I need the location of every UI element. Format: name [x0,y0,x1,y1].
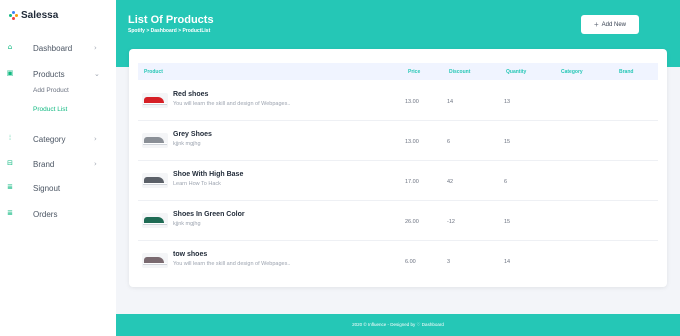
column-header-category[interactable]: Category [561,69,583,75]
chevron-right-icon: › [94,160,97,168]
product-thumbnail [142,93,168,108]
product-name[interactable]: Red shoes [173,91,208,98]
footer-text: 2020 © Influence - Designed by ♡ Dashboa… [352,322,444,327]
sidebar-item-products[interactable]: ▣ Products ⌄ [0,66,116,82]
chevron-right-icon: › [94,135,97,143]
product-discount: 42 [447,179,454,185]
column-header-quantity[interactable]: Quantity [506,69,526,75]
product-price: 13.00 [405,139,419,145]
product-description: You will learn the skill and design of W… [173,261,291,267]
table-header: Product Price Discount Quantity Category… [138,63,658,80]
sidebar-item-label: Brand [33,159,55,169]
sidebar-subitem-add-product[interactable]: Add Product [33,87,69,94]
product-price: 13.00 [405,99,419,105]
table-row[interactable]: Shoe With High Base Learn How To Hack 17… [138,161,658,201]
product-thumbnail [142,133,168,148]
column-header-brand[interactable]: Brand [619,69,633,75]
column-header-discount[interactable]: Discount [449,69,470,75]
signout-icon: ≣ [7,183,13,191]
home-icon: ⌂ [7,43,13,51]
plus-icon: + [593,20,599,29]
product-price: 17.00 [405,179,419,185]
sidebar-item-category[interactable]: ⦙ Category › [0,131,116,147]
product-thumbnail [142,253,168,268]
orders-icon: ≣ [7,209,13,217]
page-title: List Of Products [128,14,214,26]
sidebar-item-label: Category [33,134,66,144]
product-description: You will learn the skill and design of W… [173,101,291,107]
product-discount: 14 [447,99,454,105]
breadcrumb: Spotify > Dashboard > ProductList [128,28,211,34]
chevron-down-icon: ⌄ [94,70,100,78]
product-price: 26.00 [405,219,419,225]
products-card: Product Price Discount Quantity Category… [129,49,667,287]
product-name[interactable]: Shoes In Green Color [173,211,245,218]
category-icon: ⦙ [9,134,11,142]
sidebar-item-label: Dashboard [33,43,73,53]
product-discount: -12 [447,219,455,225]
sidebar-item-label: Products [33,69,65,79]
product-icon: ▣ [6,69,14,77]
product-discount: 6 [447,139,451,145]
product-thumbnail [142,213,168,228]
product-discount: 3 [447,259,451,265]
product-description: kjjnk mgjhg [173,141,201,147]
sidebar: Salessa ⌂ Dashboard › ▣ Products ⌄ Add P… [0,0,116,336]
product-description: kjjnk mgjhg [173,221,201,227]
sidebar-item-brand[interactable]: ⊟ Brand › [0,156,116,172]
table-row[interactable]: Shoes In Green Color kjjnk mgjhg 26.00 -… [138,201,658,241]
table-row[interactable]: Red shoes You will learn the skill and d… [138,81,658,121]
column-header-product[interactable]: Product [144,69,163,75]
sidebar-item-dashboard[interactable]: ⌂ Dashboard › [0,40,116,56]
brand-icon: ⊟ [7,159,13,167]
sidebar-item-label: Orders [33,209,58,219]
column-header-price[interactable]: Price [408,69,420,75]
sidebar-item-signout[interactable]: ≣ Signout [0,180,116,196]
footer: 2020 © Influence - Designed by ♡ Dashboa… [116,314,680,336]
sidebar-item-orders[interactable]: ≣ Orders [0,206,116,222]
product-thumbnail [142,173,168,188]
brand-mark-icon [9,10,19,21]
product-name[interactable]: Shoe With High Base [173,171,243,178]
chevron-right-icon: › [94,44,97,52]
sidebar-item-label: Signout [33,183,61,193]
sidebar-subitem-product-list[interactable]: Product List [33,106,67,113]
add-new-button[interactable]: + Add New [581,15,639,34]
table-row[interactable]: Grey Shoes kjjnk mgjhg 13.00 6 15 [138,121,658,161]
add-new-label: Add New [601,21,627,28]
brand-name: Salessa [21,10,59,21]
product-name[interactable]: tow shoes [173,251,207,258]
product-quantity: 15 [504,139,511,145]
product-quantity: 14 [504,259,511,265]
product-price: 6.00 [405,259,416,265]
brand-logo[interactable]: Salessa [9,10,58,21]
product-quantity: 13 [504,99,511,105]
product-quantity: 6 [504,179,508,185]
product-name[interactable]: Grey Shoes [173,131,212,138]
product-description: Learn How To Hack [173,181,221,187]
product-quantity: 15 [504,219,511,225]
table-row[interactable]: tow shoes You will learn the skill and d… [138,241,658,281]
